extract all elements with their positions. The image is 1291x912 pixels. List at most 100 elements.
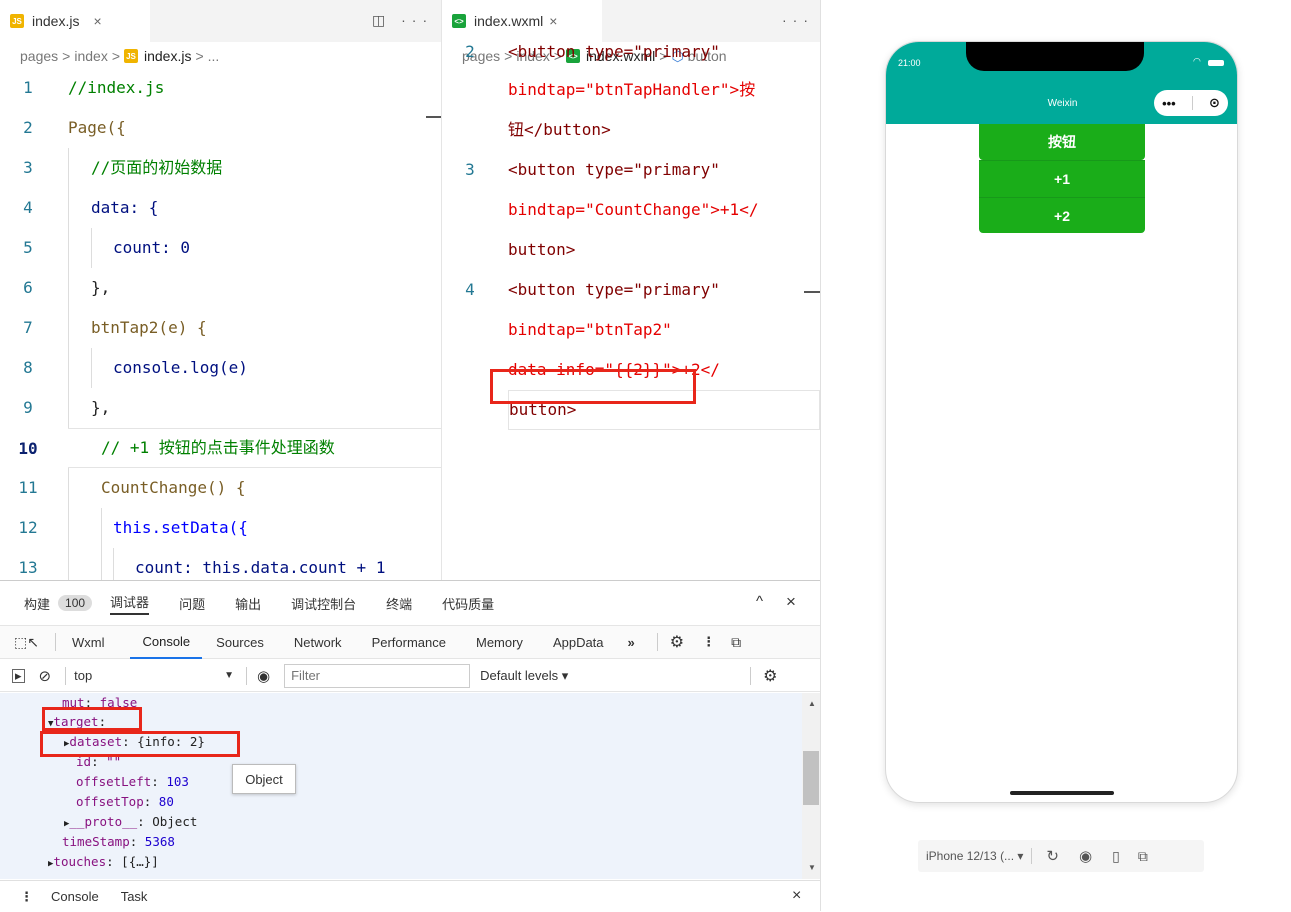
indent-guide: [91, 228, 92, 268]
scrollbar-thumb[interactable]: [803, 751, 819, 805]
console-settings-icon[interactable]: ⚙: [763, 666, 777, 686]
code-text: <button type="primary": [508, 160, 720, 179]
tab-output[interactable]: 输出: [235, 594, 261, 613]
tab-network[interactable]: Network: [294, 635, 342, 650]
indent-guide: [101, 548, 102, 580]
code-line-current: 10 // +1 按钮的点击事件处理函数: [18, 428, 441, 468]
context-select[interactable]: top: [74, 668, 224, 683]
hover-tooltip: Object: [232, 764, 296, 794]
console-value: Object: [152, 814, 198, 829]
sim-button-plus1[interactable]: +1: [979, 160, 1145, 197]
tab-close-icon[interactable]: ×: [549, 13, 557, 29]
phone-simulator[interactable]: 21:00 ◠ Weixin ••• ⊙ 按钮 +1 +2: [885, 41, 1238, 803]
tab-code-quality[interactable]: 代码质量: [442, 594, 494, 613]
chevron-down-icon: ▼: [224, 670, 235, 681]
tab-label: index.js: [32, 13, 80, 29]
line-number: 1: [23, 78, 33, 97]
code-line: 3 <button type="primary": [442, 150, 820, 190]
tab-console[interactable]: Console: [130, 626, 203, 659]
tab-sources[interactable]: Sources: [216, 635, 264, 650]
dock-icon[interactable]: ⧉: [731, 634, 741, 651]
code-text: Page({: [68, 118, 126, 137]
indent-guide: [68, 548, 69, 580]
tab-index-wxml[interactable]: <> index.wxml ×: [442, 0, 602, 42]
tab-appdata[interactable]: AppData: [553, 635, 604, 650]
eye-icon[interactable]: ◉: [257, 667, 270, 685]
tab-debugger[interactable]: 调试器: [110, 592, 150, 615]
more-tabs-icon[interactable]: »: [628, 635, 635, 650]
close-target-icon[interactable]: ⊙: [1209, 95, 1220, 111]
breadcrumb-item[interactable]: pages: [20, 48, 58, 64]
rotate-icon[interactable]: ↻: [1046, 847, 1059, 865]
indent-guide: [68, 188, 69, 228]
status-time: 21:00: [898, 58, 921, 68]
levels-select[interactable]: Default levels ▾: [480, 668, 750, 684]
collapse-icon[interactable]: ^: [756, 593, 763, 610]
editor-pane-index-wxml: <> index.wxml × ··· pages > index > <> i…: [442, 0, 820, 580]
code-text: bindtap="CountChange">+1</: [508, 200, 759, 219]
tab-label: index.wxml: [474, 13, 544, 29]
code-line: 8 console.log(e): [0, 348, 441, 388]
devtools-panel: 构建 100 调试器 问题 输出 调试控制台 终端 代码质量 ^ × ⬚↖ Wx…: [0, 580, 820, 911]
phone-icon[interactable]: ▯: [1112, 848, 1120, 865]
device-select[interactable]: iPhone 12/13 (... ▾: [926, 849, 1023, 863]
line-number: 4: [23, 198, 33, 217]
sim-button-plus2[interactable]: +2: [979, 197, 1145, 233]
sim-button-anniu[interactable]: 按钮: [979, 124, 1145, 160]
scroll-down-icon[interactable]: ▼: [808, 863, 816, 872]
code-line: 13 count: this.data.count + 1: [0, 548, 441, 580]
divider: [1031, 848, 1033, 864]
clear-console-icon[interactable]: ⊘: [39, 667, 52, 685]
tab-terminal[interactable]: 终端: [386, 594, 412, 613]
code-line: 11 CountChange() {: [0, 468, 441, 508]
indent-guide: [68, 308, 69, 348]
scrollbar-marker: [426, 116, 441, 118]
tab-index-js[interactable]: JS index.js ×: [0, 0, 150, 42]
close-icon[interactable]: ×: [786, 592, 796, 612]
tab-build[interactable]: 构建: [24, 594, 50, 613]
drawer-close-icon[interactable]: ×: [792, 887, 801, 905]
tab-memory[interactable]: Memory: [476, 635, 523, 650]
gear-icon[interactable]: ⚙: [670, 632, 684, 652]
console-line[interactable]: ▶touches: [{…}]: [48, 852, 159, 872]
more-dots-icon[interactable]: •••: [1162, 96, 1176, 111]
code-text: count: this.data.count + 1: [135, 558, 386, 577]
sidebar-toggle-icon[interactable]: ▸: [12, 668, 25, 683]
js-file-icon: JS: [10, 14, 24, 28]
more-vertical-icon[interactable]: ⋮: [702, 634, 715, 650]
record-icon[interactable]: ◉: [1079, 847, 1092, 865]
breadcrumb-item[interactable]: index: [74, 48, 107, 64]
code-text: // +1 按钮的点击事件处理函数: [101, 438, 335, 457]
tab-performance[interactable]: Performance: [372, 635, 446, 650]
code-line: 1 //index.js: [0, 68, 441, 108]
drawer-tab-console[interactable]: Console: [51, 889, 99, 904]
console-key: offsetTop: [76, 794, 144, 809]
editor-actions[interactable]: ···: [782, 12, 814, 28]
console-line[interactable]: ▶__proto__: Object: [64, 812, 197, 832]
editor-pane-index-js: JS index.js × ◫ ··· pages > index > JS i…: [0, 0, 441, 580]
tab-problems[interactable]: 问题: [179, 594, 205, 613]
drawer-menu-icon[interactable]: ⋮: [20, 889, 33, 905]
indent-guide: [68, 228, 69, 268]
console-toolbar: ▸ ⊘ top ▼ ◉ Default levels ▾ ⚙: [0, 660, 820, 692]
indent-guide: [68, 148, 69, 188]
drawer-tabs: ⋮ Console Task ×: [0, 880, 820, 912]
console-scrollbar[interactable]: ▲ ▼: [802, 693, 820, 879]
breadcrumb-item[interactable]: ...: [208, 48, 220, 64]
filter-input[interactable]: [284, 663, 471, 688]
scroll-up-icon[interactable]: ▲: [808, 699, 816, 708]
code-text: this.setData({: [113, 518, 248, 537]
breadcrumb-item[interactable]: index.js: [144, 48, 191, 64]
tab-close-icon[interactable]: ×: [93, 13, 101, 29]
line-number: 11: [18, 478, 38, 497]
tab-wxml[interactable]: Wxml: [72, 635, 105, 650]
tab-debug-console[interactable]: 调试控制台: [291, 594, 356, 613]
editor-actions[interactable]: ◫ ···: [372, 12, 433, 29]
code-text: CountChange() {: [101, 478, 246, 497]
drawer-tab-task[interactable]: Task: [121, 889, 148, 904]
popout-icon[interactable]: ⧉: [1138, 848, 1148, 865]
inspect-icon[interactable]: ⬚↖: [14, 634, 39, 651]
pane-divider[interactable]: [820, 0, 821, 911]
capsule-menu[interactable]: ••• ⊙: [1154, 90, 1228, 116]
code-text: },: [91, 398, 111, 417]
